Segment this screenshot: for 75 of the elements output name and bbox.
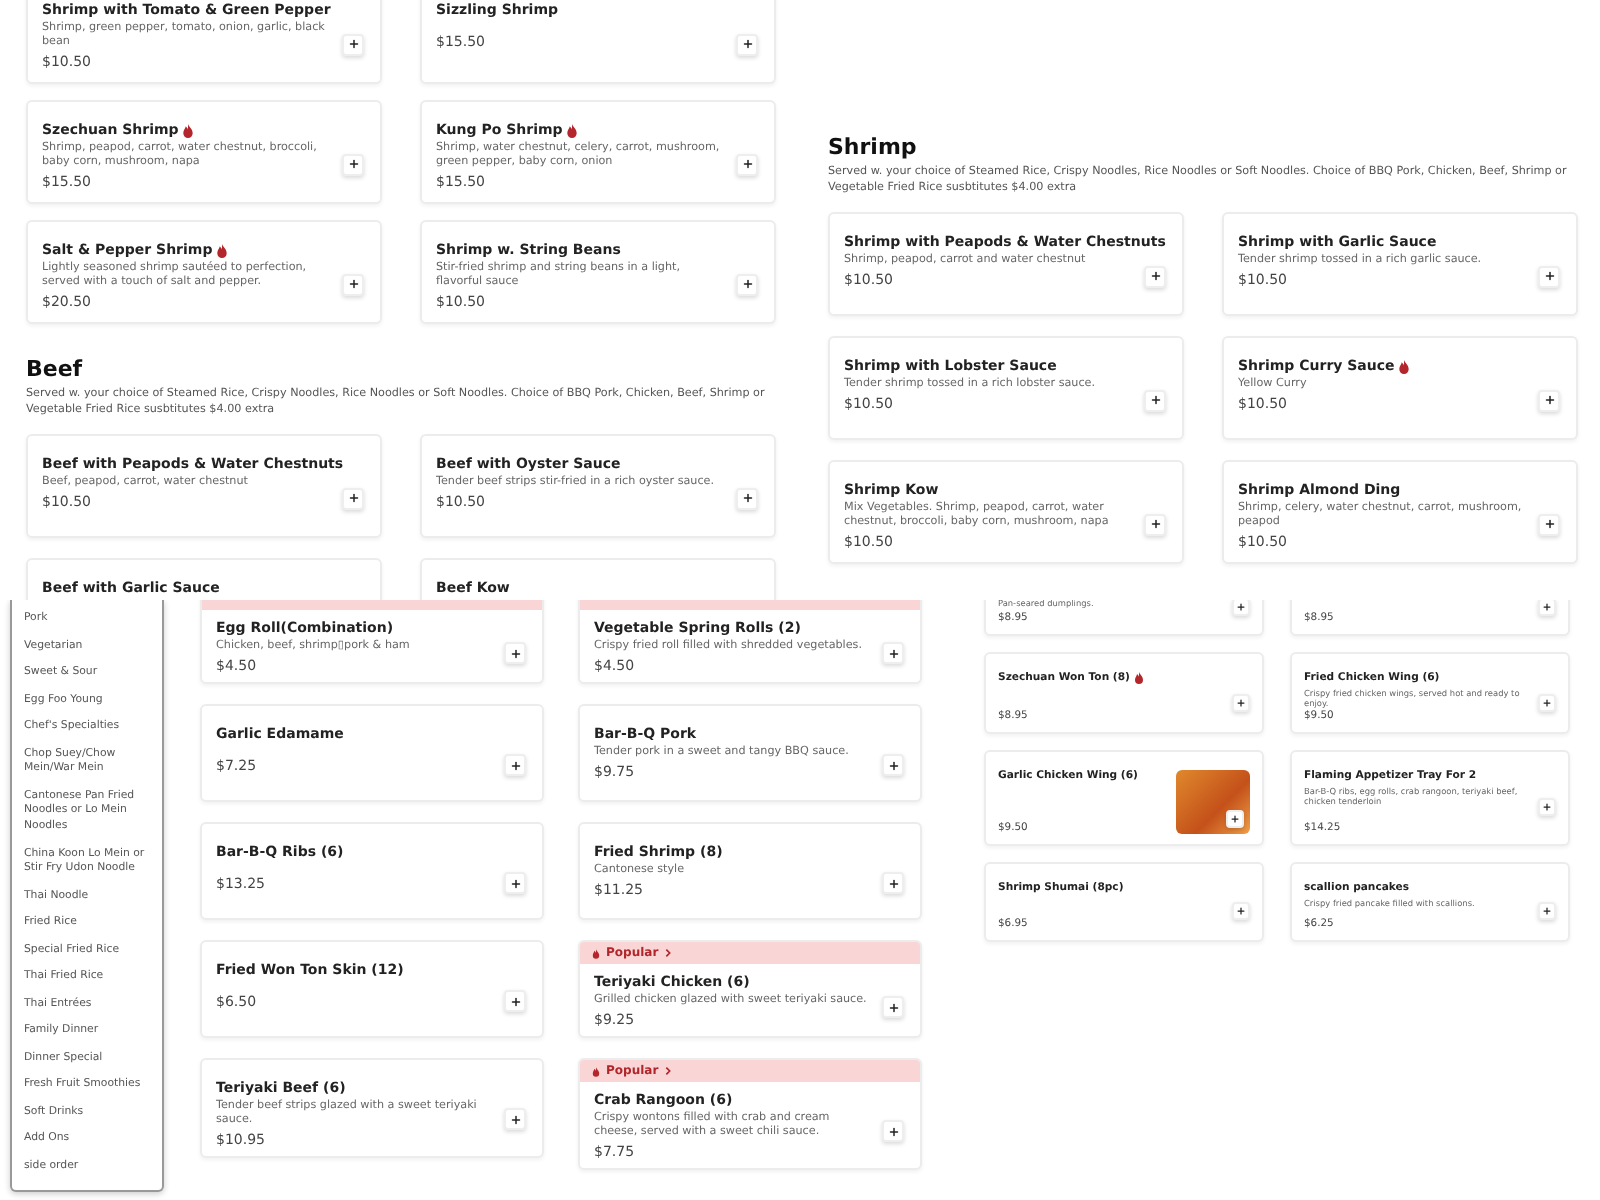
add-button[interactable] [1232, 600, 1250, 615]
flame-icon [182, 123, 195, 137]
add-button[interactable] [882, 642, 904, 664]
plus-icon [1149, 394, 1161, 406]
add-button[interactable] [1538, 600, 1556, 615]
flame-icon [566, 123, 579, 137]
plus-icon [887, 877, 899, 889]
plus-icon [1149, 270, 1161, 282]
plus-icon [347, 158, 359, 170]
add-button[interactable] [1538, 265, 1560, 287]
plus-icon [1542, 906, 1552, 916]
add-button[interactable] [1226, 809, 1244, 827]
add-button[interactable] [882, 872, 904, 894]
add-button[interactable] [1538, 513, 1560, 535]
flame-icon [1398, 359, 1411, 373]
plus-icon [1236, 601, 1246, 611]
plus-icon [887, 759, 899, 771]
add-button[interactable] [1144, 513, 1166, 535]
plus-icon [1542, 697, 1552, 708]
add-button[interactable] [504, 1108, 526, 1131]
add-button[interactable] [736, 273, 758, 295]
section-title: Shrimp [828, 134, 919, 160]
add-button[interactable] [1144, 389, 1166, 411]
plus-icon [509, 647, 521, 659]
add-button[interactable] [504, 754, 526, 776]
plus-icon [509, 877, 521, 889]
add-button[interactable] [342, 153, 364, 175]
add-button[interactable] [882, 996, 904, 1018]
plus-icon [1236, 697, 1246, 708]
add-button[interactable] [1538, 798, 1556, 816]
plus-icon [509, 995, 521, 1007]
plus-icon [1543, 394, 1555, 406]
add-button[interactable] [1538, 693, 1556, 712]
add-button[interactable] [1538, 389, 1560, 411]
plus-icon [741, 158, 753, 170]
plus-icon [509, 1113, 521, 1126]
plus-icon [1236, 906, 1246, 916]
add-button[interactable] [1144, 265, 1166, 287]
add-button[interactable] [342, 33, 364, 55]
flame-icon [592, 947, 600, 959]
plus-icon [1149, 518, 1161, 530]
plus-icon [1542, 601, 1552, 611]
plus-icon [347, 492, 359, 504]
plus-icon [887, 647, 899, 659]
plus-icon [347, 38, 359, 50]
plus-icon [509, 759, 521, 771]
add-button[interactable] [882, 754, 904, 776]
add-button[interactable] [736, 153, 758, 175]
flame-icon [1133, 672, 1144, 684]
add-button[interactable] [882, 1120, 904, 1143]
add-button[interactable] [1232, 693, 1250, 712]
add-button[interactable] [1538, 902, 1556, 920]
flame-icon [592, 1065, 600, 1077]
chevron-icon [664, 948, 673, 958]
add-button[interactable] [1232, 902, 1250, 920]
add-button[interactable] [736, 487, 758, 509]
plus-icon [741, 38, 753, 50]
plus-icon [741, 278, 753, 290]
add-button[interactable] [342, 273, 364, 295]
add-button[interactable] [736, 33, 758, 55]
plus-icon [1542, 802, 1552, 812]
plus-icon [741, 492, 753, 504]
plus-icon [887, 1001, 899, 1013]
add-button[interactable] [504, 872, 526, 894]
add-button[interactable] [504, 990, 526, 1012]
flame-icon [216, 243, 229, 257]
chevron-icon [664, 1066, 673, 1076]
plus-icon [1543, 270, 1555, 282]
add-button[interactable] [504, 642, 526, 664]
section-title: Beef [26, 356, 85, 382]
plus-icon [887, 1125, 899, 1138]
plus-icon [1543, 518, 1555, 530]
plus-icon [1230, 813, 1240, 823]
plus-icon [347, 278, 359, 290]
add-button[interactable] [342, 487, 364, 509]
